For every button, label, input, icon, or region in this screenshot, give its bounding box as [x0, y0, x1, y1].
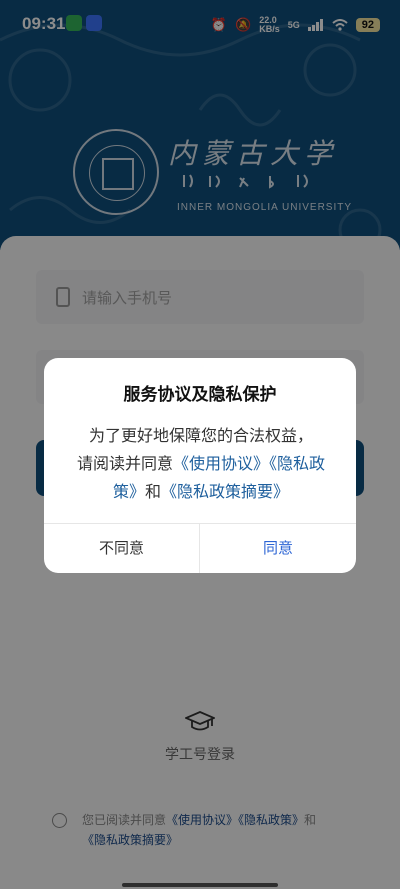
- dialog-body: 为了更好地保障您的合法权益， 请阅读并同意《使用协议》《隐私政策》和《隐私政策摘…: [76, 426, 326, 501]
- dialog-title: 服务协议及隐私保护: [123, 385, 277, 405]
- privacy-dialog: 服务协议及隐私保护 为了更好地保障您的合法权益， 请阅读并同意《使用协议》《隐私…: [44, 358, 356, 573]
- dialog-summary-link[interactable]: 《隐私政策摘要》: [161, 482, 289, 501]
- dialog-terms-link[interactable]: 《使用协议》: [173, 454, 269, 473]
- decline-button[interactable]: 不同意: [44, 524, 199, 573]
- agree-button[interactable]: 同意: [200, 524, 356, 573]
